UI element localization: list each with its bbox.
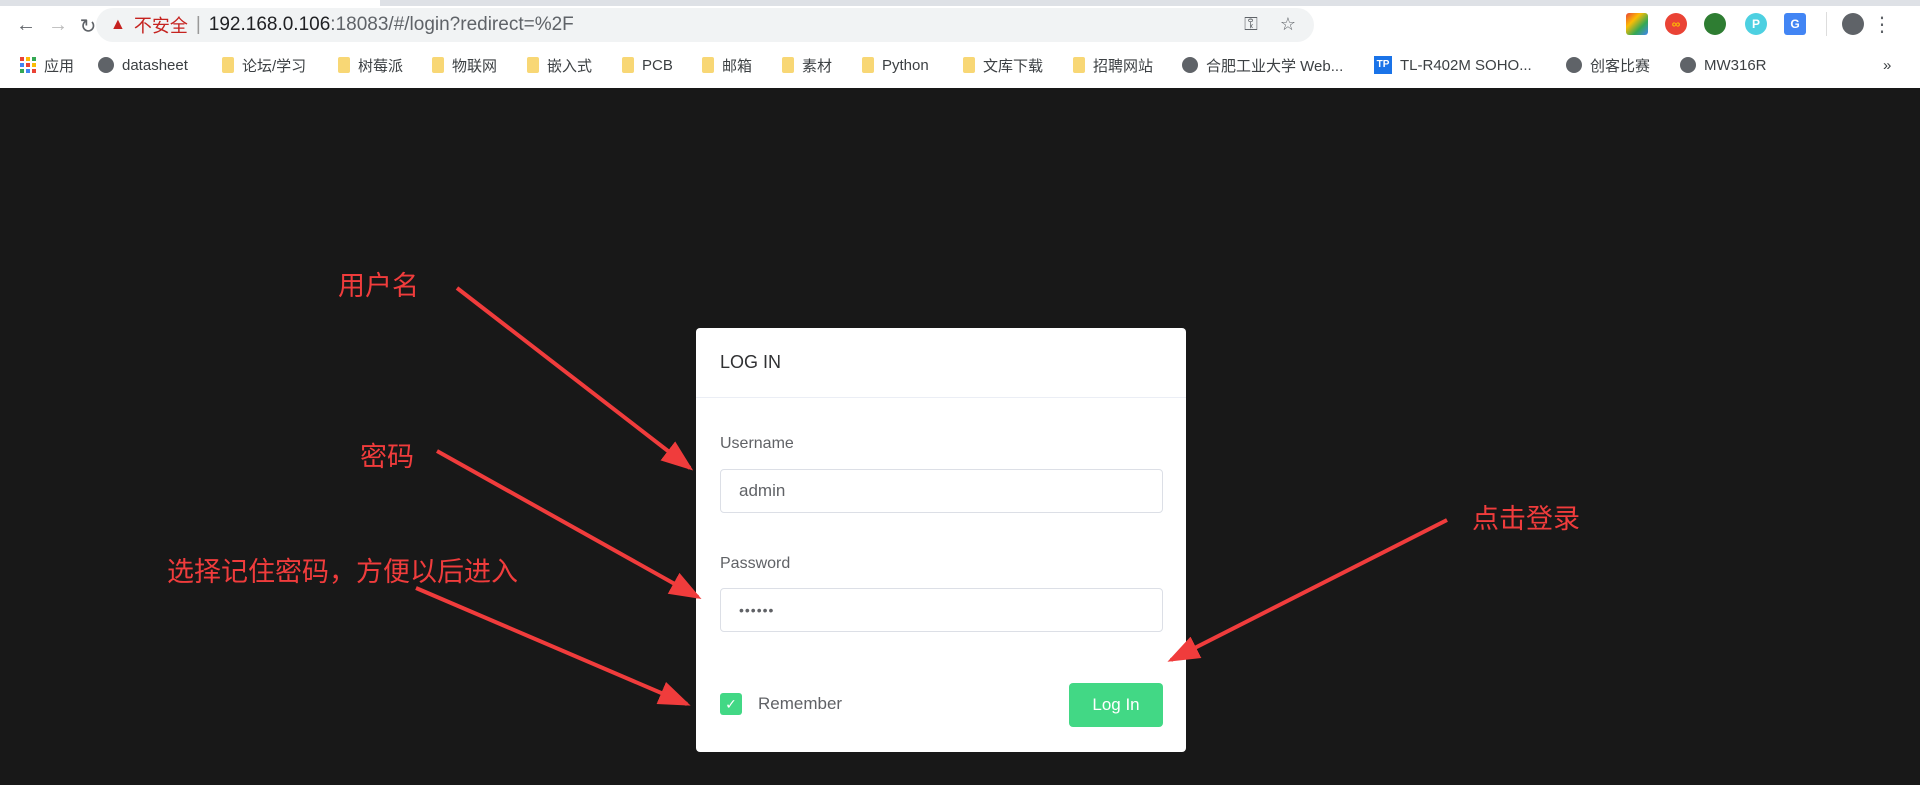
annotation-arrows — [415, 286, 1448, 706]
arrow-username — [455, 286, 694, 471]
annotation-login: 点击登录 — [1472, 504, 1580, 535]
annotation-password: 密码 — [360, 442, 414, 473]
annotation-username: 用户名 — [338, 271, 419, 302]
arrow-login — [1167, 518, 1448, 662]
arrow-remember — [415, 586, 691, 706]
annotation-remember: 选择记住密码，方便以后进入 — [167, 557, 518, 588]
